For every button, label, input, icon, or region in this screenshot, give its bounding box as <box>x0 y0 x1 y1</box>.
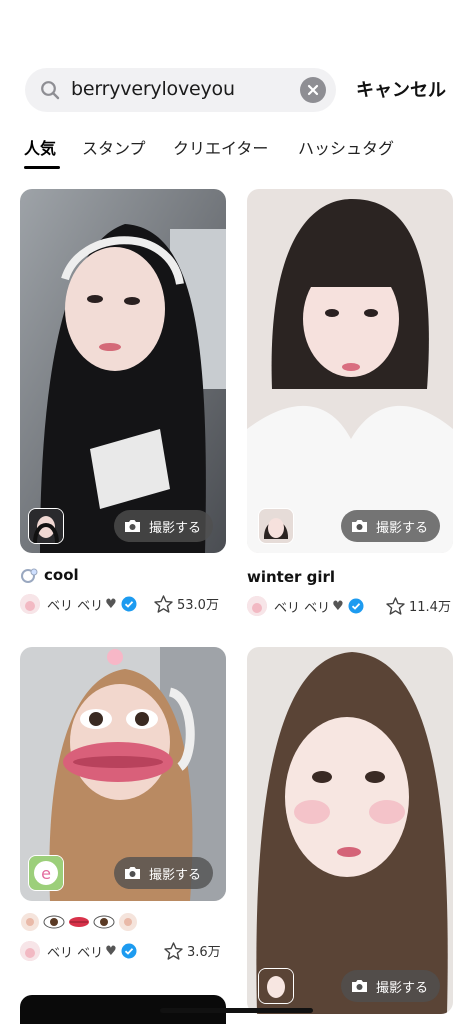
effect-card-image[interactable] <box>247 189 453 553</box>
author-row[interactable]: ベリ ベリ ♥ <box>247 596 364 616</box>
favorite-count[interactable]: 53.0万 <box>154 594 219 613</box>
tab-creators[interactable]: クリエイター <box>173 135 268 159</box>
active-tab-indicator <box>24 166 60 169</box>
effect-title: winter girl <box>247 568 336 586</box>
effect-thumbnail <box>258 968 294 1004</box>
clear-search-button[interactable] <box>300 77 326 103</box>
author-name: ベリ ベリ <box>47 945 104 961</box>
effect-title-emojis <box>20 912 138 932</box>
author-name: ベリ ベリ <box>274 600 331 616</box>
effect-card-image[interactable] <box>247 647 453 1014</box>
avatar <box>20 594 40 614</box>
star-icon <box>154 594 173 613</box>
favorite-count[interactable]: 11.4万 <box>386 596 451 615</box>
favorite-count[interactable]: 3.6万 <box>164 941 221 960</box>
shoot-label: 撮影する <box>149 867 202 883</box>
author-row[interactable]: ベリ ベリ ♥ <box>20 941 137 961</box>
close-icon <box>307 84 319 96</box>
camera-icon <box>352 980 367 992</box>
shoot-button[interactable]: 撮影する <box>341 510 441 542</box>
eye-icon <box>93 915 115 929</box>
star-icon <box>386 596 405 615</box>
heart-icon: ♥ <box>105 943 117 959</box>
effect-thumbnail <box>28 508 64 544</box>
face-icon <box>21 913 39 931</box>
tab-popular[interactable]: 人気 <box>24 135 56 159</box>
shoot-label: 撮影する <box>376 520 429 536</box>
effect-card-image[interactable] <box>20 189 226 553</box>
shoot-button[interactable]: 撮影する <box>341 970 441 1002</box>
eye-icon <box>43 915 65 929</box>
effect-title-text: cool <box>44 566 79 584</box>
svg-text:e: e <box>41 864 51 883</box>
camera-icon <box>352 520 367 532</box>
tab-hashtags[interactable]: ハッシュタグ <box>298 135 394 159</box>
search-input[interactable]: berryveryloveyou <box>71 78 235 100</box>
search-bar[interactable]: berryveryloveyou <box>25 68 336 112</box>
cancel-button[interactable]: キャンセル <box>356 76 446 102</box>
effect-thumbnail: e <box>28 855 64 891</box>
star-icon <box>164 941 183 960</box>
avatar <box>20 941 40 961</box>
verified-icon <box>121 943 137 959</box>
tab-stamps[interactable]: スタンプ <box>82 135 146 159</box>
ring-icon <box>21 568 38 583</box>
heart-icon: ♥ <box>332 598 344 614</box>
shoot-button[interactable]: 撮影する <box>114 857 214 889</box>
shoot-label: 撮影する <box>376 980 429 996</box>
face-icon <box>119 913 137 931</box>
heart-icon: ♥ <box>105 596 117 612</box>
search-icon <box>41 81 60 100</box>
effect-title: cool <box>20 566 79 584</box>
verified-icon <box>121 596 137 612</box>
verified-icon <box>348 598 364 614</box>
effect-thumbnail <box>258 508 294 544</box>
shoot-button[interactable]: 撮影する <box>114 510 214 542</box>
camera-icon <box>125 520 140 532</box>
lips-icon <box>69 917 89 927</box>
camera-icon <box>125 867 140 879</box>
shoot-label: 撮影する <box>149 520 202 536</box>
author-row[interactable]: ベリ ベリ ♥ <box>20 594 137 614</box>
avatar <box>247 596 267 616</box>
author-name: ベリ ベリ <box>47 598 104 614</box>
home-indicator <box>160 1008 313 1013</box>
